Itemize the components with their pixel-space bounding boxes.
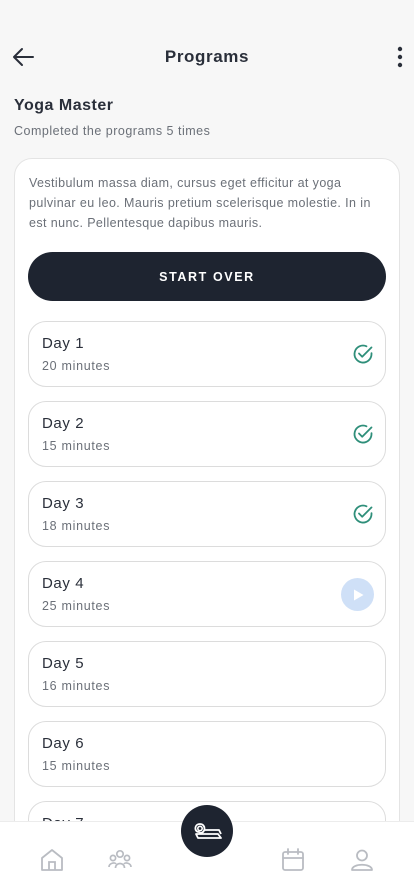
program-name: Yoga Master — [14, 97, 114, 114]
profile-icon[interactable] — [349, 847, 375, 873]
program-description: Vestibulum massa diam, cursus eget effic… — [29, 176, 371, 230]
page-title: Programs — [164, 47, 250, 66]
day-duration: 15 minutes — [42, 439, 111, 453]
home-icon[interactable] — [39, 847, 65, 873]
start-over-button[interactable]: START OVER — [28, 252, 386, 301]
day-duration: 25 minutes — [42, 599, 111, 613]
program-subtitle: Completed the programs 5 times — [14, 124, 211, 138]
day-title: Day 5 — [42, 655, 85, 672]
day-duration: 16 minutes — [42, 679, 111, 693]
community-icon[interactable] — [107, 847, 133, 873]
more-button[interactable] — [392, 44, 408, 70]
check-circle-icon — [352, 423, 374, 445]
day-title: Day 2 — [42, 415, 85, 432]
day-item[interactable]: Day 2 15 minutes — [28, 401, 386, 467]
calendar-icon[interactable] — [280, 847, 306, 873]
play-icon — [353, 589, 363, 600]
day-list: Day 1 20 minutes Day 2 15 minutes Day 3 … — [28, 321, 386, 877]
day-title: Day 4 — [42, 575, 85, 592]
day-duration: 20 minutes — [42, 359, 111, 373]
yoga-mat-icon — [194, 823, 222, 839]
day-item[interactable]: Day 6 15 minutes — [28, 721, 386, 787]
day-title: Day 3 — [42, 495, 85, 512]
day-item[interactable]: Day 5 16 minutes — [28, 641, 386, 707]
day-item[interactable]: Day 3 18 minutes — [28, 481, 386, 547]
header: Programs — [0, 0, 414, 90]
more-vertical-icon — [397, 46, 403, 68]
day-duration: 18 minutes — [42, 519, 111, 533]
play-button[interactable] — [341, 578, 374, 611]
day-title: Day 1 — [42, 335, 85, 352]
day-item[interactable]: Day 1 20 minutes — [28, 321, 386, 387]
program-card: Vestibulum massa diam, cursus eget effic… — [14, 158, 400, 878]
center-action-button[interactable] — [181, 805, 233, 857]
day-duration: 15 minutes — [42, 759, 111, 773]
check-circle-icon — [352, 503, 374, 525]
day-title: Day 6 — [42, 735, 85, 752]
check-circle-icon — [352, 343, 374, 365]
day-item[interactable]: Day 4 25 minutes — [28, 561, 386, 627]
